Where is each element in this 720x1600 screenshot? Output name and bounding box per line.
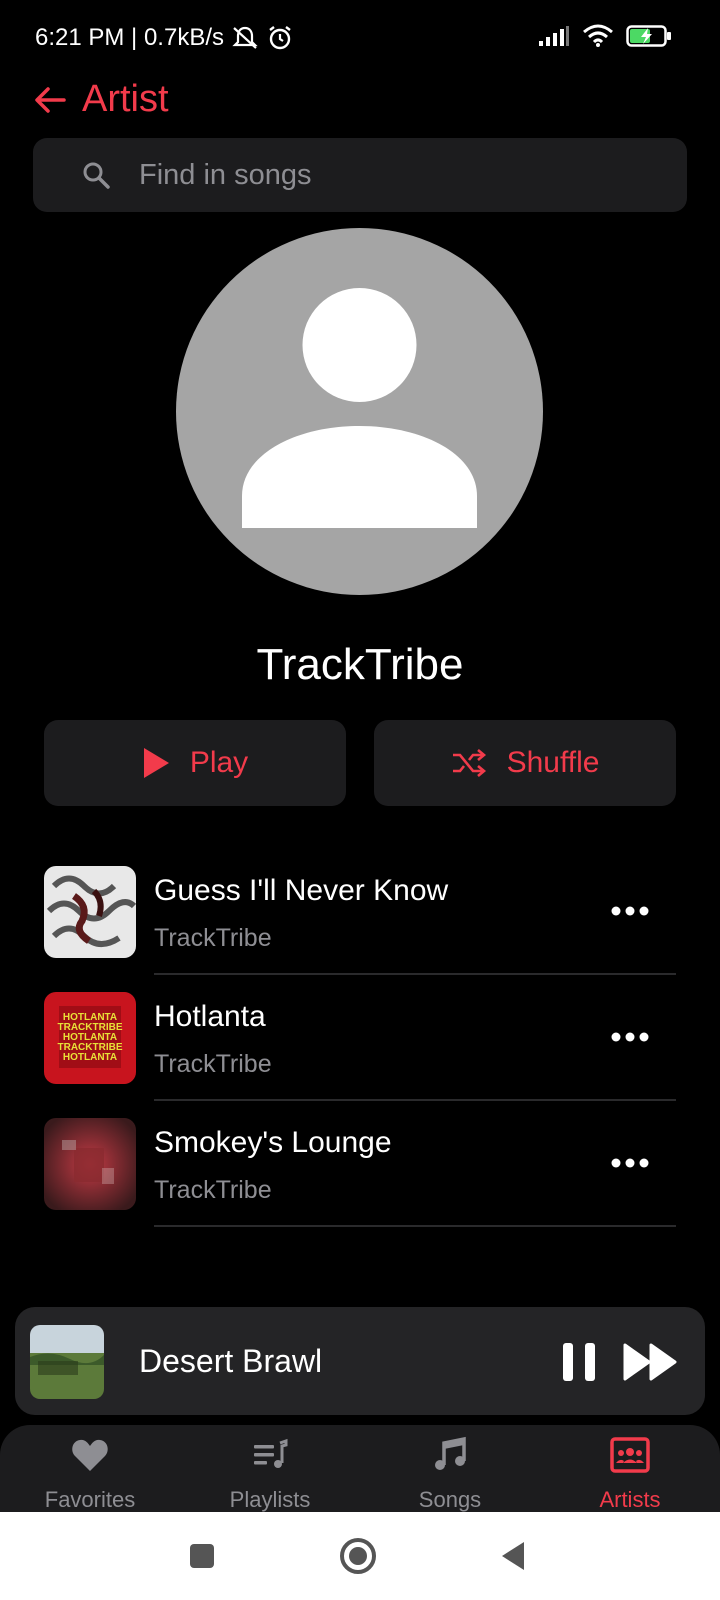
back-icon[interactable] (490, 1532, 538, 1580)
tab-label: Playlists (229, 1487, 311, 1512)
music-note-icon (435, 1436, 466, 1470)
tab-label: Favorites (44, 1487, 136, 1512)
song-title: Hotlanta (154, 1000, 266, 1033)
play-label: Play (189, 746, 249, 779)
divider (154, 1099, 676, 1101)
song-title: Guess I'll Never Know (154, 874, 449, 907)
pause-icon[interactable] (555, 1337, 605, 1387)
more-options-icon[interactable] (610, 1022, 650, 1052)
mini-player[interactable]: Desert Brawl (15, 1307, 705, 1415)
now-playing-art (30, 1325, 104, 1399)
more-options-icon[interactable] (610, 1148, 650, 1178)
tab-label: Artists (599, 1487, 661, 1512)
artist-avatar (176, 228, 543, 595)
artist-name: TrackTribe (256, 640, 464, 689)
status-left: 6:21 PM | 0.7kB/s (35, 24, 294, 52)
song-artist: TrackTribe (154, 924, 272, 952)
search-icon (83, 162, 110, 189)
play-icon (143, 748, 169, 778)
play-button[interactable]: Play (44, 720, 346, 806)
status-right (538, 24, 672, 48)
song-row[interactable]: HOTLANTA TRACKTRIBE HOTLANTA TRACKTRIBE … (44, 992, 676, 1118)
person-icon (242, 288, 477, 528)
now-playing-title: Desert Brawl (139, 1343, 323, 1379)
signal-icon (539, 26, 569, 46)
album-art: HOTLANTA TRACKTRIBE HOTLANTA TRACKTRIBE … (44, 992, 136, 1084)
status-bar: 6:21 PM | 0.7kB/s (0, 0, 720, 80)
more-options-icon[interactable] (610, 896, 650, 926)
tab-label: Songs (418, 1487, 482, 1512)
heart-icon (72, 1439, 108, 1471)
recent-apps-icon[interactable] (178, 1532, 226, 1580)
song-row[interactable]: Smokey's Lounge TrackTribe (44, 1118, 676, 1244)
song-artist: TrackTribe (154, 1050, 272, 1078)
album-art (44, 1118, 136, 1210)
fast-forward-icon[interactable] (621, 1337, 681, 1387)
tab-favorites[interactable]: Favorites (0, 1425, 180, 1515)
shuffle-button[interactable]: Shuffle (374, 720, 676, 806)
wifi-icon (583, 24, 613, 47)
page-title: Artist (82, 78, 169, 120)
song-artist: TrackTribe (154, 1176, 272, 1204)
tab-artists[interactable]: Artists (540, 1425, 720, 1515)
back-arrow-icon[interactable] (32, 82, 68, 118)
status-time: 6:21 PM | 0.7kB/s (35, 24, 224, 51)
header: Artist (32, 78, 169, 121)
tab-songs[interactable]: Songs (360, 1425, 540, 1515)
mute-icon (232, 26, 258, 49)
shuffle-label: Shuffle (506, 746, 600, 779)
tab-bar: Favorites Playlists Songs Artists (0, 1425, 720, 1515)
song-title: Smokey's Lounge (154, 1126, 392, 1159)
playlist-icon (254, 1438, 288, 1468)
divider (154, 973, 676, 975)
tab-playlists[interactable]: Playlists (180, 1425, 360, 1515)
search-bar (33, 138, 687, 212)
system-nav-bar (0, 1512, 720, 1600)
album-art (44, 866, 136, 958)
shuffle-icon (452, 749, 486, 777)
artists-icon (610, 1437, 650, 1473)
art-text: HOTLANTA (63, 1052, 117, 1063)
divider (154, 1225, 676, 1227)
battery-icon (626, 25, 671, 47)
search-input[interactable] (139, 138, 659, 212)
home-icon[interactable] (334, 1532, 382, 1580)
song-row[interactable]: Guess I'll Never Know TrackTribe (44, 866, 676, 992)
alarm-icon (269, 26, 291, 50)
